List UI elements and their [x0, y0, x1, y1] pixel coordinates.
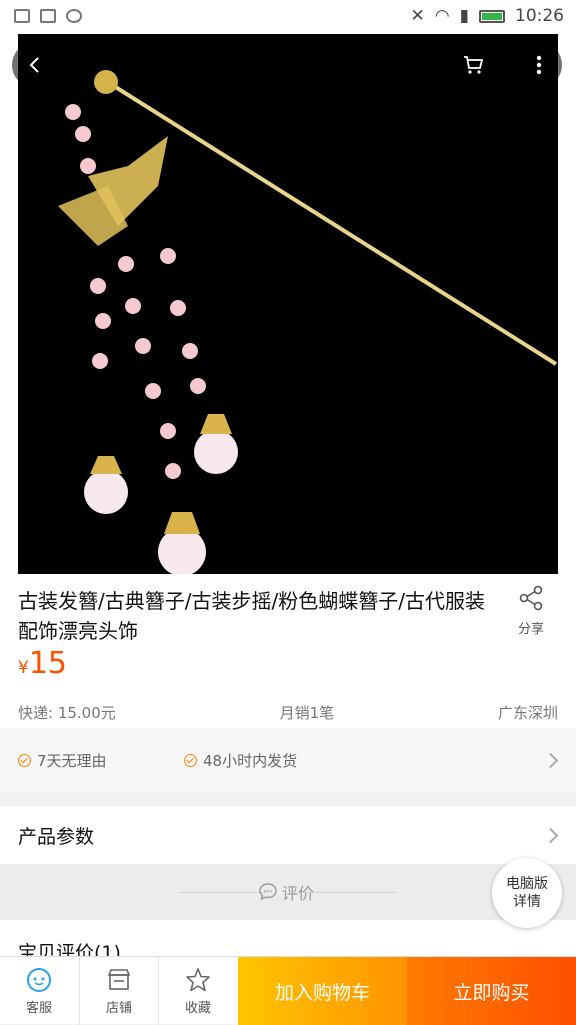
more-vertical-icon — [536, 55, 542, 75]
mute-icon: ✕ — [410, 6, 425, 26]
review-section-divider: 评价 — [0, 864, 576, 920]
service-item: 48小时内发货 — [184, 750, 297, 771]
notification-icons — [14, 9, 82, 23]
hairpin-illustration — [58, 70, 558, 574]
product-info-card: 古装发簪/古典簪子/古装步摇/粉色蝴蝶簪子/古代服装配饰漂亮头饰 分享 ¥15 … — [0, 574, 576, 728]
customer-service-label: 客服 — [25, 1000, 52, 1016]
product-price: ¥15 — [18, 646, 67, 681]
bottom-action-bar: 客服 店铺 收藏 加入购物车 立即购买 — [0, 956, 576, 1025]
service-label: 48小时内发货 — [203, 752, 298, 770]
params-label: 产品参数 — [18, 826, 95, 848]
customer-service-button[interactable]: 客服 — [0, 957, 78, 1025]
add-to-cart-button[interactable]: 加入购物车 — [238, 957, 407, 1025]
image-notification-icon — [14, 9, 30, 23]
signal-icon: ▮ — [459, 6, 469, 26]
reviews-header[interactable]: 宝贝评价(1) — [0, 920, 576, 960]
buy-now-button[interactable]: 立即购买 — [407, 957, 576, 1025]
service-item: 7天无理由 — [18, 750, 107, 771]
product-meta-row: 快递: 15.00元 月销1笔 广东深圳 — [18, 702, 558, 723]
product-photo[interactable] — [18, 34, 558, 574]
service-label: 7天无理由 — [37, 752, 107, 770]
share-icon — [519, 585, 543, 611]
system-icons: ✕ ◠ ▮ 10:26 — [411, 6, 564, 26]
star-icon — [186, 967, 210, 991]
check-circle-icon — [184, 754, 197, 767]
pc-version-details-button[interactable]: 电脑版 详情 — [492, 858, 562, 928]
cart-button[interactable] — [450, 42, 496, 88]
product-params-row[interactable]: 产品参数 — [0, 806, 576, 864]
pc-version-line2: 详情 — [513, 894, 541, 910]
check-circle-icon — [18, 754, 31, 767]
battery-icon — [479, 9, 505, 23]
shipping-fee: 快递: 15.00元 — [18, 704, 116, 722]
chevron-right-icon — [542, 752, 559, 769]
favorite-label: 收藏 — [184, 1000, 211, 1016]
share-label: 分享 — [517, 622, 544, 637]
customer-service-icon — [27, 967, 51, 992]
shop-label: 店铺 — [105, 1000, 132, 1016]
cart-icon — [464, 56, 484, 74]
ship-location: 广东深圳 — [497, 704, 558, 722]
price-value: 15 — [28, 646, 68, 681]
share-button[interactable]: 分享 — [506, 584, 556, 637]
wifi-icon: ◠ — [434, 6, 450, 26]
service-guarantee-row[interactable]: 7天无理由 48小时内发货 — [0, 728, 576, 792]
chevron-left-icon — [29, 57, 39, 73]
app-notification-icon — [40, 9, 56, 23]
comment-icon — [259, 883, 277, 901]
shop-icon — [107, 968, 131, 990]
product-image-area[interactable] — [0, 34, 576, 574]
currency-symbol: ¥ — [18, 658, 29, 678]
back-button[interactable] — [12, 42, 58, 88]
divider-line — [178, 892, 268, 893]
status-bar: ✕ ◠ ▮ 10:26 — [0, 0, 576, 34]
monthly-sales: 月销1笔 — [279, 704, 335, 722]
product-title: 古装发簪/古典簪子/古装步摇/粉色蝴蝶簪子/古代服装配饰漂亮头饰 — [18, 589, 485, 643]
divider-line — [306, 892, 396, 893]
shop-button[interactable]: 店铺 — [79, 957, 158, 1025]
favorite-button[interactable]: 收藏 — [158, 957, 237, 1025]
chevron-right-icon — [542, 827, 559, 844]
pc-version-line1: 电脑版 — [506, 876, 548, 892]
more-button[interactable] — [516, 42, 562, 88]
globe-notification-icon — [66, 9, 82, 23]
status-time: 10:26 — [515, 6, 564, 26]
